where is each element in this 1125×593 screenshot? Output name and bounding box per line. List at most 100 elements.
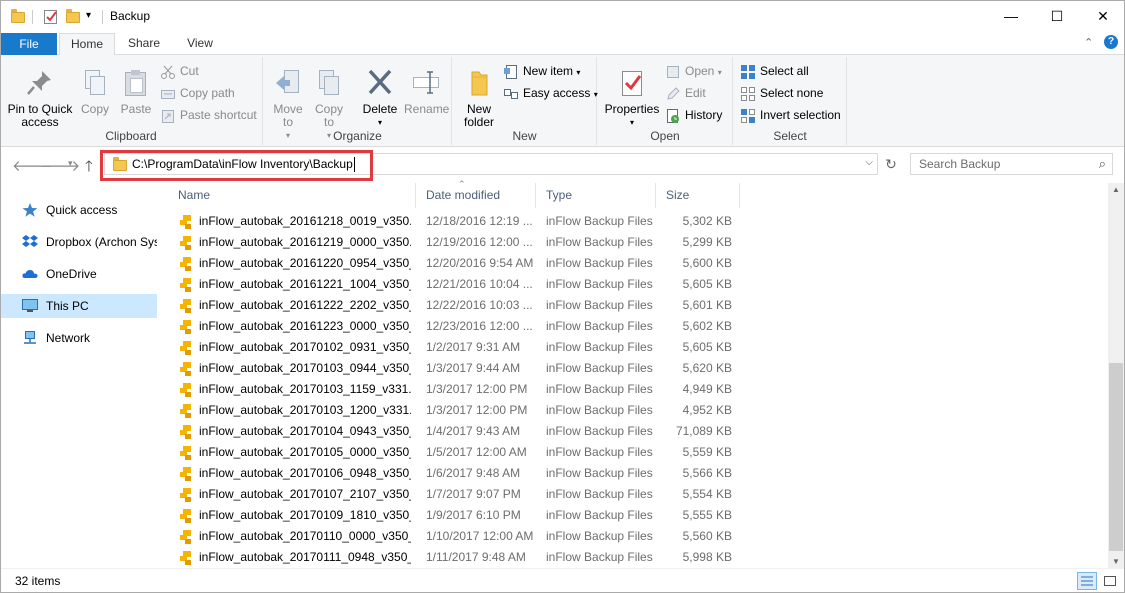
file-type: inFlow Backup Files (546, 214, 653, 228)
properties-icon[interactable] (43, 8, 59, 26)
file-size: 5,566 KB (682, 466, 732, 480)
file-row[interactable]: inFlow_autobak_20170103_0944_v350_... 1/3… (168, 358, 740, 379)
scroll-down-icon[interactable]: ▼ (1112, 557, 1120, 566)
new-item-button[interactable]: New item ▾ (503, 62, 580, 82)
invert-selection-button[interactable]: Invert selection (740, 106, 841, 126)
pin-to-quick-access-button[interactable]: Pin to Quick access (4, 67, 76, 129)
rename-button[interactable]: Rename (404, 67, 449, 116)
file-row[interactable]: inFlow_autobak_20170106_0948_v350_... 1/6… (168, 463, 740, 484)
file-row[interactable]: inFlow_autobak_20161221_1004_v350_... 12/… (168, 274, 740, 295)
file-date: 1/6/2017 9:48 AM (426, 466, 521, 480)
column-header: ⌃ Name Date modified Type Size (168, 179, 740, 208)
file-row[interactable]: inFlow_autobak_20170107_2107_v350_... 1/7… (168, 484, 740, 505)
column-date-modified[interactable]: Date modified (416, 183, 536, 208)
file-row[interactable]: inFlow_autobak_20170109_1810_v350_... 1/9… (168, 505, 740, 526)
backup-file-icon (180, 467, 191, 481)
scrollbar-thumb[interactable] (1109, 363, 1123, 551)
file-type: inFlow Backup Files (546, 550, 653, 564)
help-icon[interactable]: ? (1104, 35, 1118, 49)
file-name: inFlow_autobak_20170103_1200_v331.ifz (199, 403, 411, 417)
copy-button[interactable]: Copy (78, 67, 112, 116)
select-all-button[interactable]: Select all (740, 62, 809, 82)
new-folder-icon[interactable] (66, 8, 80, 26)
separator (32, 10, 34, 24)
file-date: 12/18/2016 12:19 ... (426, 214, 533, 228)
close-button[interactable]: ✕ (1080, 1, 1125, 31)
file-row[interactable]: inFlow_autobak_20170103_1159_v331.ifz 1/3… (168, 379, 740, 400)
tab-share[interactable]: Share (120, 33, 168, 56)
file-row[interactable]: inFlow_autobak_20161223_0000_v350_... 12/… (168, 316, 740, 337)
file-size: 5,605 KB (682, 277, 732, 291)
file-size: 4,949 KB (682, 382, 732, 396)
new-group-label: New (512, 129, 537, 143)
large-icons-view-button[interactable] (1100, 572, 1120, 590)
file-row[interactable]: inFlow_autobak_20161222_2202_v350_... 12/… (168, 295, 740, 316)
nav-item-network[interactable]: Network (0, 326, 157, 350)
open-group: Properties ▾ Open ▾ Edit History Open (598, 57, 733, 145)
column-type[interactable]: Type (536, 183, 656, 208)
nav-item-onedrive[interactable]: OneDrive (0, 262, 157, 286)
paste-button[interactable]: Paste (117, 67, 155, 116)
refresh-icon[interactable]: ↻ (880, 153, 902, 175)
minimize-ribbon-icon[interactable]: ⌃ (1084, 36, 1093, 49)
file-date: 1/3/2017 12:00 PM (426, 403, 528, 417)
recent-locations-icon[interactable]: ▾ (68, 158, 73, 169)
file-name: inFlow_autobak_20170103_0944_v350_... (199, 361, 411, 375)
tab-home[interactable]: Home (59, 33, 115, 56)
column-size[interactable]: Size (656, 183, 740, 208)
file-row[interactable]: inFlow_autobak_20170103_1200_v331.ifz 1/3… (168, 400, 740, 421)
file-date: 12/22/2016 10:03 ... (426, 298, 533, 312)
column-name[interactable]: Name (168, 183, 416, 208)
file-row[interactable]: inFlow_autobak_20170102_0931_v350_... 1/2… (168, 337, 740, 358)
customize-qat-icon[interactable]: ▾ (86, 10, 98, 28)
folder-icon[interactable] (11, 8, 25, 26)
vertical-scrollbar[interactable]: ▲ ▼ (1108, 183, 1124, 568)
nav-item-dropbox[interactable]: Dropbox (Archon Sys (0, 230, 157, 254)
minimize-button[interactable]: — (988, 1, 1034, 31)
cut-button[interactable]: Cut (160, 62, 199, 82)
properties-button[interactable]: Properties ▾ (604, 67, 660, 129)
easy-access-icon (504, 89, 518, 99)
backup-file-icon (180, 299, 191, 313)
backup-file-icon (180, 488, 191, 502)
history-button[interactable]: History (665, 106, 722, 126)
organize-group: Move to ▾ Copy to ▾ Delete ▾ Rename Orga… (264, 57, 452, 145)
file-row[interactable]: inFlow_autobak_20170110_0000_v350_... 1/1… (168, 526, 740, 547)
address-dropdown-icon[interactable]: ⌵ (865, 157, 873, 168)
delete-button[interactable]: Delete ▾ (360, 67, 400, 129)
file-type: inFlow Backup Files (546, 487, 653, 501)
nav-item-quick-access[interactable]: Quick access (0, 198, 157, 222)
file-row[interactable]: inFlow_autobak_20161219_0000_v350.ifz 12/… (168, 232, 740, 253)
file-row[interactable]: inFlow_autobak_20161220_0954_v350_... 12/… (168, 253, 740, 274)
tab-file[interactable]: File (1, 33, 57, 55)
new-folder-button[interactable]: New folder (459, 67, 499, 129)
file-date: 1/3/2017 12:00 PM (426, 382, 528, 396)
pin-icon (24, 67, 56, 99)
details-view-button[interactable] (1077, 572, 1097, 590)
select-none-button[interactable]: Select none (740, 84, 823, 104)
file-date: 12/20/2016 9:54 AM (426, 256, 534, 270)
nav-item-this-pc[interactable]: This PC (0, 294, 157, 318)
scroll-up-icon[interactable]: ▲ (1112, 185, 1120, 194)
backup-file-icon (180, 446, 191, 460)
paste-shortcut-button[interactable]: Paste shortcut (160, 106, 257, 126)
select-all-icon (741, 65, 755, 79)
file-row[interactable]: inFlow_autobak_20170111_0948_v350_... 1/1… (168, 547, 740, 568)
easy-access-button[interactable]: Easy access ▾ (503, 84, 598, 104)
edit-button[interactable]: Edit (665, 84, 706, 104)
search-input[interactable]: Search Backup ⌕ (910, 153, 1113, 175)
copy-path-button[interactable]: Copy path (160, 84, 235, 104)
maximize-button[interactable]: ☐ (1034, 1, 1080, 31)
file-type: inFlow Backup Files (546, 403, 653, 417)
file-type: inFlow Backup Files (546, 529, 653, 543)
forward-arrow-icon[interactable]: 🡒 (40, 156, 80, 175)
file-row[interactable]: inFlow_autobak_20161218_0019_v350.ifz 12/… (168, 211, 740, 232)
open-button[interactable]: Open ▾ (665, 62, 722, 82)
up-arrow-icon[interactable]: 🡑 (85, 156, 93, 181)
tab-view[interactable]: View (176, 33, 224, 56)
file-row[interactable]: inFlow_autobak_20170104_0943_v350_... 1/4… (168, 421, 740, 442)
star-icon (22, 203, 38, 217)
file-row[interactable]: inFlow_autobak_20170105_0000_v350_... 1/5… (168, 442, 740, 463)
file-name: inFlow_autobak_20170111_0948_v350_... (199, 550, 411, 564)
organize-group-label: Organize (333, 129, 382, 143)
